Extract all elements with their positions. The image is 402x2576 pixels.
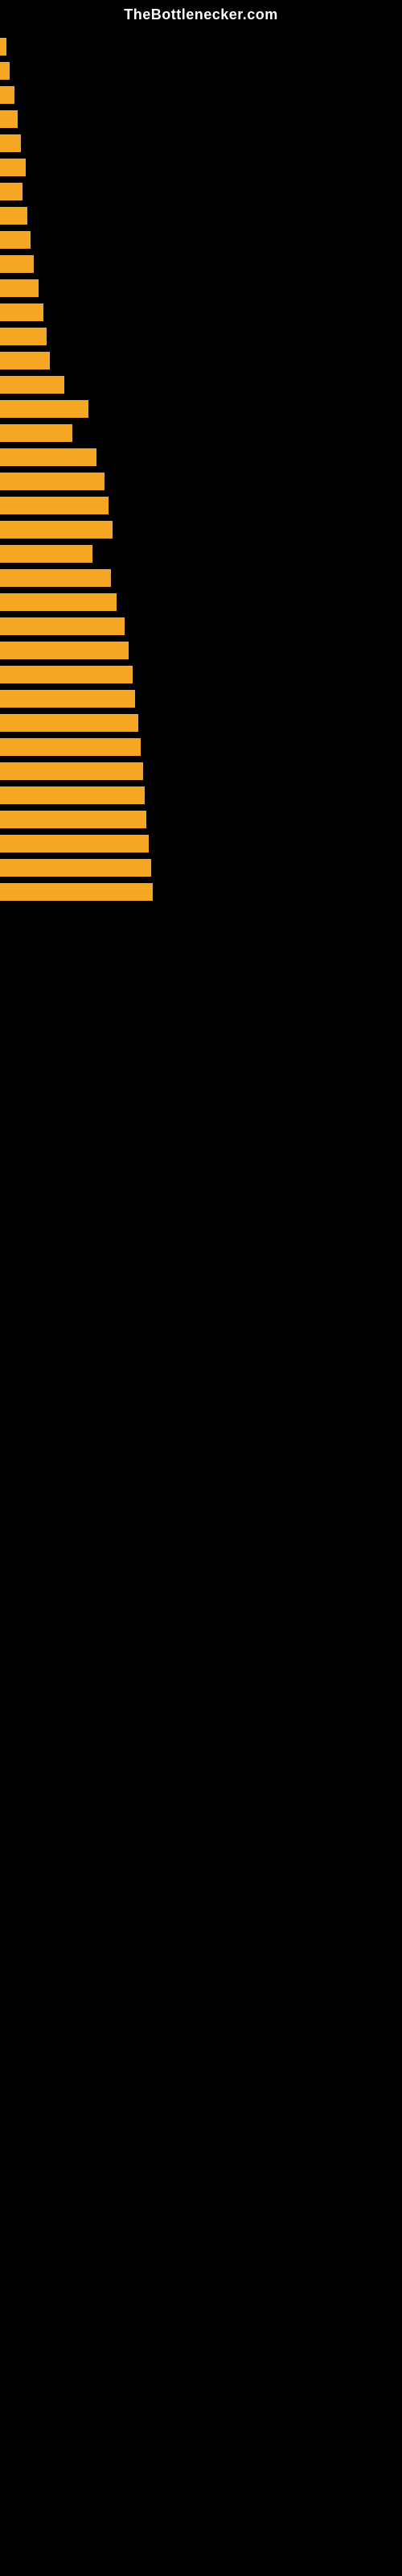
- bar-label: Bottleneck result: [0, 883, 153, 901]
- bar-label: Bottleneck result: [0, 738, 141, 756]
- bar-label: Bottle: [0, 352, 50, 369]
- bar-label: Bottleneck resul: [0, 448, 96, 466]
- bar-row: Bo: [0, 83, 402, 107]
- bar-row: B: [0, 35, 402, 59]
- bar-row: Bo: [0, 131, 402, 155]
- bar-label: Bott: [0, 279, 39, 297]
- bar-row: Bottleneck result: [0, 687, 402, 711]
- bar-label: Bottle: [0, 303, 43, 321]
- bar-label: Bottleneck result: [0, 690, 135, 708]
- bar-row: Bottleneck result: [0, 880, 402, 904]
- bar-row: B: [0, 59, 402, 83]
- bar-label: B: [0, 62, 10, 80]
- bar-label: Bottleneck resu: [0, 545, 92, 563]
- bar-label: Bo: [0, 86, 14, 104]
- bar-label: Bottleneck result: [0, 762, 143, 780]
- bar-label: Bottleneck result: [0, 521, 113, 539]
- bar-label: Bottleneck: [0, 376, 64, 394]
- bar-label: Bott: [0, 159, 26, 176]
- bar-row: Bottleneck result: [0, 856, 402, 880]
- bar-label: Bo: [0, 207, 27, 225]
- bar-label: Bottleneck result: [0, 593, 117, 611]
- bar-row: Bottleneck result: [0, 469, 402, 493]
- bar-label: Bot: [0, 231, 31, 249]
- bar-row: Bottle: [0, 300, 402, 324]
- bar-label: Bo: [0, 183, 23, 200]
- bar-label: B: [0, 38, 6, 56]
- bar-row: Bottleneck result: [0, 590, 402, 614]
- bar-row: Bottleneck result: [0, 832, 402, 856]
- bar-row: Bottleneck result: [0, 783, 402, 807]
- bar-row: Bot: [0, 228, 402, 252]
- bar-label: Bottleneck result: [0, 569, 111, 587]
- bar-row: Bott: [0, 155, 402, 180]
- bar-row: Bottle: [0, 324, 402, 349]
- bar-row: Bottleneck resu: [0, 542, 402, 566]
- bar-row: Bottleneck result: [0, 638, 402, 663]
- bar-label: Bo: [0, 134, 21, 152]
- bar-row: Bottleneck result: [0, 735, 402, 759]
- bar-label: Bottleneck result: [0, 642, 129, 659]
- bar-label: Bottleneck result: [0, 617, 125, 635]
- bar-label: Bott: [0, 255, 34, 273]
- bar-label: Bottleneck result: [0, 859, 151, 877]
- bar-label: Bottleneck r: [0, 424, 72, 442]
- bar-row: Bottleneck resul: [0, 445, 402, 469]
- site-title-text: TheBottlenecker.com: [0, 0, 402, 27]
- bar-row: Bo: [0, 204, 402, 228]
- bar-row: Bottleneck: [0, 373, 402, 397]
- bar-label: Bottleneck result: [0, 714, 138, 732]
- bar-row: Bottleneck result: [0, 518, 402, 542]
- bar-row: Bott: [0, 252, 402, 276]
- bar-label: Bottleneck result: [0, 497, 109, 514]
- bar-row: Bo: [0, 180, 402, 204]
- bar-label: Bo: [0, 110, 18, 128]
- bar-label: Bottle: [0, 328, 47, 345]
- bars-wrapper: BB Bo Bo Bo Bott Bo Bo Bot Bott Bott Bottle Bottle B…: [0, 27, 402, 904]
- bar-row: Bottleneck result: [0, 759, 402, 783]
- bar-row: Bottleneck result: [0, 566, 402, 590]
- bar-row: Bottleneck result: [0, 807, 402, 832]
- bar-row: Bottleneck result: [0, 711, 402, 735]
- bar-label: Bottleneck resu: [0, 400, 88, 418]
- bar-label: Bottleneck result: [0, 473, 105, 490]
- bar-row: Bo: [0, 107, 402, 131]
- bar-row: Bottleneck result: [0, 493, 402, 518]
- bar-row: Bott: [0, 276, 402, 300]
- bar-row: Bottle: [0, 349, 402, 373]
- bar-label: Bottleneck result: [0, 811, 146, 828]
- bar-row: Bottleneck result: [0, 614, 402, 638]
- bar-label: Bottleneck result: [0, 786, 145, 804]
- bar-row: Bottleneck result: [0, 663, 402, 687]
- bar-row: Bottleneck resu: [0, 397, 402, 421]
- bar-row: Bottleneck r: [0, 421, 402, 445]
- bar-label: Bottleneck result: [0, 835, 149, 852]
- bar-label: Bottleneck result: [0, 666, 133, 683]
